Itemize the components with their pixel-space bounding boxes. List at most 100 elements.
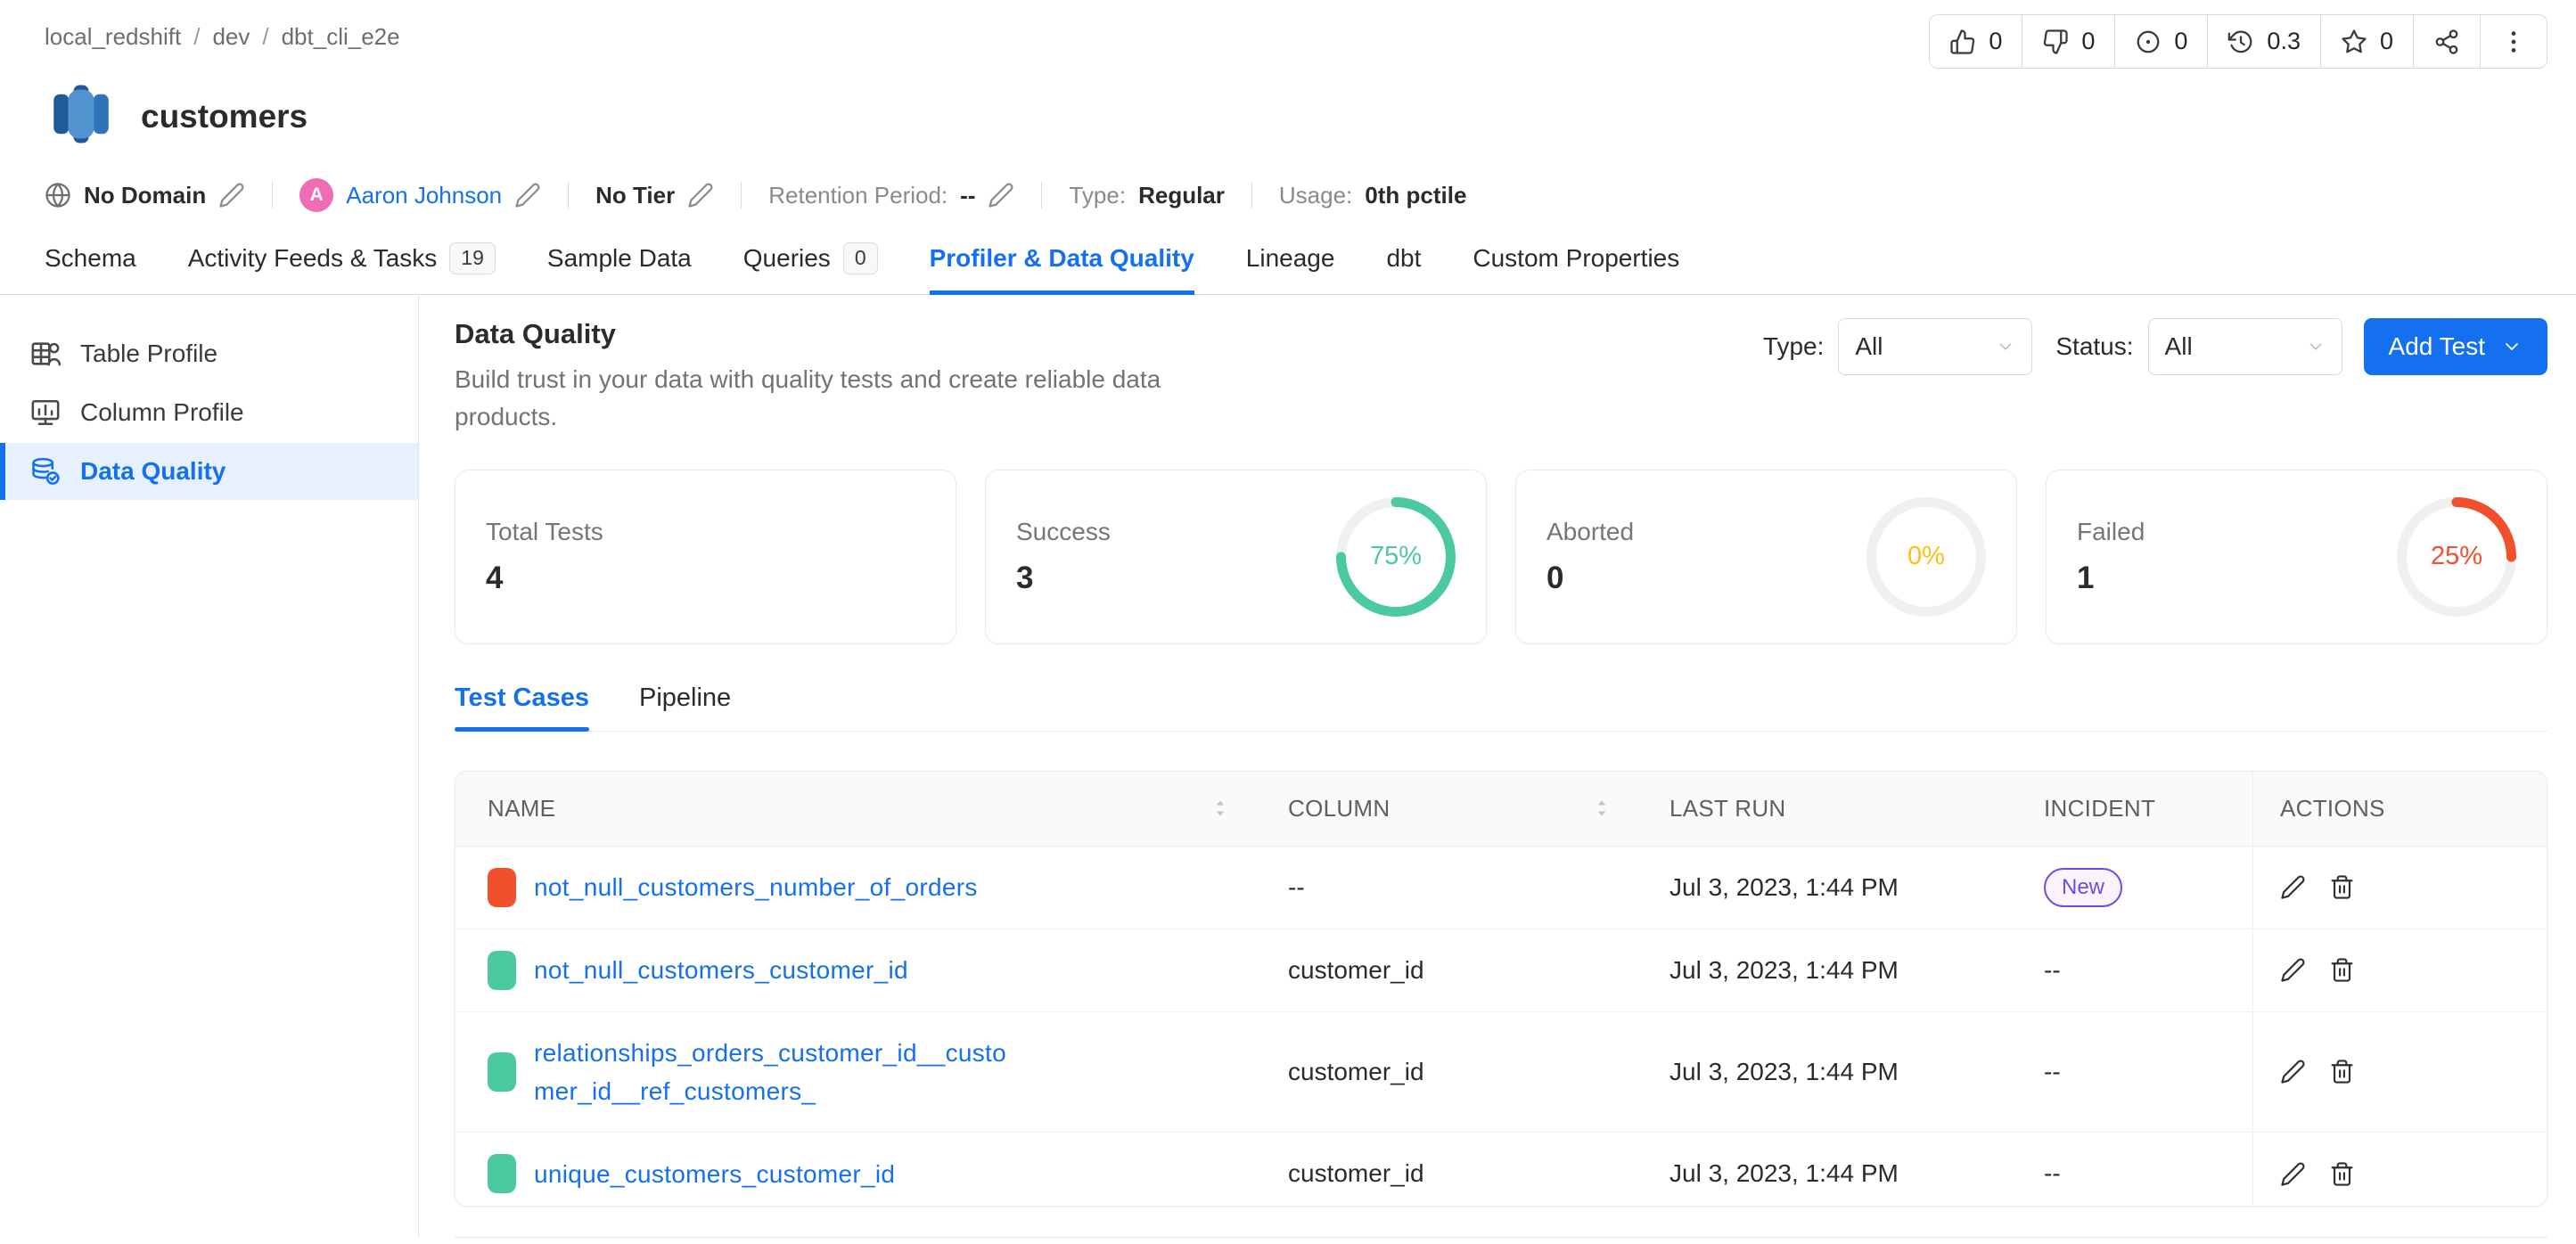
tab-test-cases[interactable]: Test Cases (455, 683, 589, 731)
actions-cell (2252, 929, 2547, 1011)
table-header-row: NAMECOLUMNLAST RUNINCIDENTACTIONS (455, 772, 2547, 847)
pencil-icon (988, 182, 1014, 209)
downvote-button[interactable]: 0 (2022, 15, 2114, 68)
data-quality-icon (30, 456, 61, 487)
main-panel: Data Quality Build trust in your data wi… (419, 295, 2576, 1238)
redshift-icon (45, 78, 118, 155)
tab-activity-feeds-tasks[interactable]: Activity Feeds & Tasks19 (188, 242, 496, 294)
summary-card-failed: Failed125% (2046, 470, 2547, 644)
tab-count-badge: 0 (843, 242, 878, 274)
sidebar-item-label: Column Profile (80, 398, 244, 427)
edit-tier-button[interactable] (687, 182, 714, 209)
sort-icon[interactable] (1210, 798, 1231, 819)
entity-tabs: Schema Activity Feeds & Tasks19 Sample Dat… (0, 212, 2576, 295)
edit-test-button[interactable] (2280, 957, 2306, 983)
status-filter-label: Status: (2055, 332, 2133, 361)
star-button[interactable]: 0 (2320, 15, 2413, 68)
more-options-button[interactable] (2480, 15, 2547, 68)
upvote-button[interactable]: 0 (1930, 15, 2022, 68)
incident-cell: -- (2012, 1133, 2252, 1206)
breadcrumb-separator: / (262, 23, 268, 51)
column-header-label: ACTIONS (2280, 795, 2385, 823)
type-filter-label: Type: (1763, 332, 1824, 361)
column-header-column[interactable]: COLUMN (1256, 772, 1637, 846)
delete-test-button[interactable] (2329, 1059, 2355, 1084)
edit-domain-button[interactable] (218, 182, 245, 209)
tab-label: Activity Feeds & Tasks (188, 244, 438, 273)
type-filter-select[interactable]: All (1838, 318, 2032, 375)
incident-status-badge[interactable]: New (2044, 868, 2122, 907)
column-header-name[interactable]: NAME (455, 772, 1256, 846)
thumbs-down-icon (2042, 29, 2069, 55)
filter-controls: Type: All Status: All Add Test (1754, 318, 2547, 375)
tab-pipeline[interactable]: Pipeline (639, 683, 731, 731)
sidebar-item-data-quality[interactable]: Data Quality (0, 443, 418, 500)
test-name-link[interactable]: not_null_customers_customer_id (534, 951, 908, 989)
test-cases-table: NAMECOLUMNLAST RUNINCIDENTACTIONSnot_nul… (455, 771, 2547, 1207)
tab-dbt[interactable]: dbt (1386, 242, 1421, 294)
divider (568, 182, 569, 209)
star-count: 0 (2380, 28, 2393, 55)
divider (741, 182, 742, 209)
sidebar-item-column-profile[interactable]: Column Profile (0, 384, 418, 441)
sort-icon[interactable] (1591, 798, 1612, 819)
column-header-label: COLUMN (1288, 795, 1390, 823)
edit-test-button[interactable] (2280, 1059, 2306, 1084)
test-name-link[interactable]: relationships_orders_customer_id__custom… (534, 1034, 1006, 1111)
downvote-count: 0 (2081, 28, 2095, 55)
profiler-sidebar: Table Profile Column Profile Data Quality (0, 295, 419, 1238)
tab-sample-data[interactable]: Sample Data (547, 242, 692, 294)
table-profile-icon (30, 339, 61, 369)
edit-test-button[interactable] (2280, 874, 2306, 900)
retention-meta: Retention Period: -- (768, 182, 1014, 209)
summary-card-success: Success375% (985, 470, 1487, 644)
status-filter-select[interactable]: All (2148, 318, 2342, 375)
add-test-button[interactable]: Add Test (2364, 318, 2547, 375)
open-tasks-button[interactable]: 0 (2114, 15, 2207, 68)
edit-retention-button[interactable] (988, 182, 1014, 209)
usage-meta: Usage: 0th pctile (1279, 182, 1467, 209)
column-header-actions: ACTIONS (2252, 772, 2547, 846)
breadcrumb-item-dev[interactable]: dev (212, 23, 250, 51)
section-titles: Data Quality Build trust in your data wi… (455, 318, 1257, 436)
title-row: customers (45, 78, 2549, 155)
retention-label: Retention Period: (768, 182, 948, 209)
last-run-cell: Jul 3, 2023, 1:44 PM (1637, 929, 2012, 1011)
test-name-link[interactable]: not_null_customers_number_of_orders (534, 868, 978, 906)
history-icon (2227, 29, 2254, 55)
upvote-count: 0 (1989, 28, 2002, 55)
delete-test-button[interactable] (2329, 1161, 2355, 1187)
breadcrumb-item-dbt-cli-e2e[interactable]: dbt_cli_e2e (282, 23, 400, 51)
version-history-button[interactable]: 0.3 (2207, 15, 2320, 68)
delete-test-button[interactable] (2329, 874, 2355, 900)
tab-lineage[interactable]: Lineage (1246, 242, 1335, 294)
owner-link[interactable]: Aaron Johnson (346, 182, 502, 209)
divider (272, 182, 273, 209)
tab-profiler-data-quality[interactable]: Profiler & Data Quality (930, 242, 1194, 294)
usage-value: 0th pctile (1365, 182, 1466, 209)
sidebar-item-table-profile[interactable]: Table Profile (0, 325, 418, 382)
divider (1041, 182, 1042, 209)
status-filter-value: All (2165, 332, 2193, 361)
test-name-link[interactable]: unique_customers_customer_id (534, 1155, 895, 1193)
domain-value: No Domain (84, 182, 206, 209)
share-button[interactable] (2413, 15, 2480, 68)
progress-ring: 25% (2397, 497, 2516, 617)
tab-custom-properties[interactable]: Custom Properties (1473, 242, 1679, 294)
breadcrumb-item-local-redshift[interactable]: local_redshift (45, 23, 181, 51)
tab-queries[interactable]: Queries0 (743, 242, 878, 294)
actions-cell (2252, 1133, 2547, 1206)
actions-cell (2252, 847, 2547, 929)
delete-test-button[interactable] (2329, 957, 2355, 983)
ring-percent: 25% (2397, 497, 2516, 617)
tab-schema[interactable]: Schema (45, 242, 136, 294)
edit-test-button[interactable] (2280, 1161, 2306, 1187)
open-tasks-count: 0 (2174, 28, 2187, 55)
card-text: Aborted0 (1546, 518, 1634, 596)
edit-owner-button[interactable] (514, 182, 541, 209)
pencil-icon (687, 182, 714, 209)
version-number: 0.3 (2267, 28, 2301, 55)
column-cell: customer_id (1256, 1012, 1637, 1133)
globe-icon (45, 182, 71, 209)
thumbs-up-icon (1949, 29, 1976, 55)
